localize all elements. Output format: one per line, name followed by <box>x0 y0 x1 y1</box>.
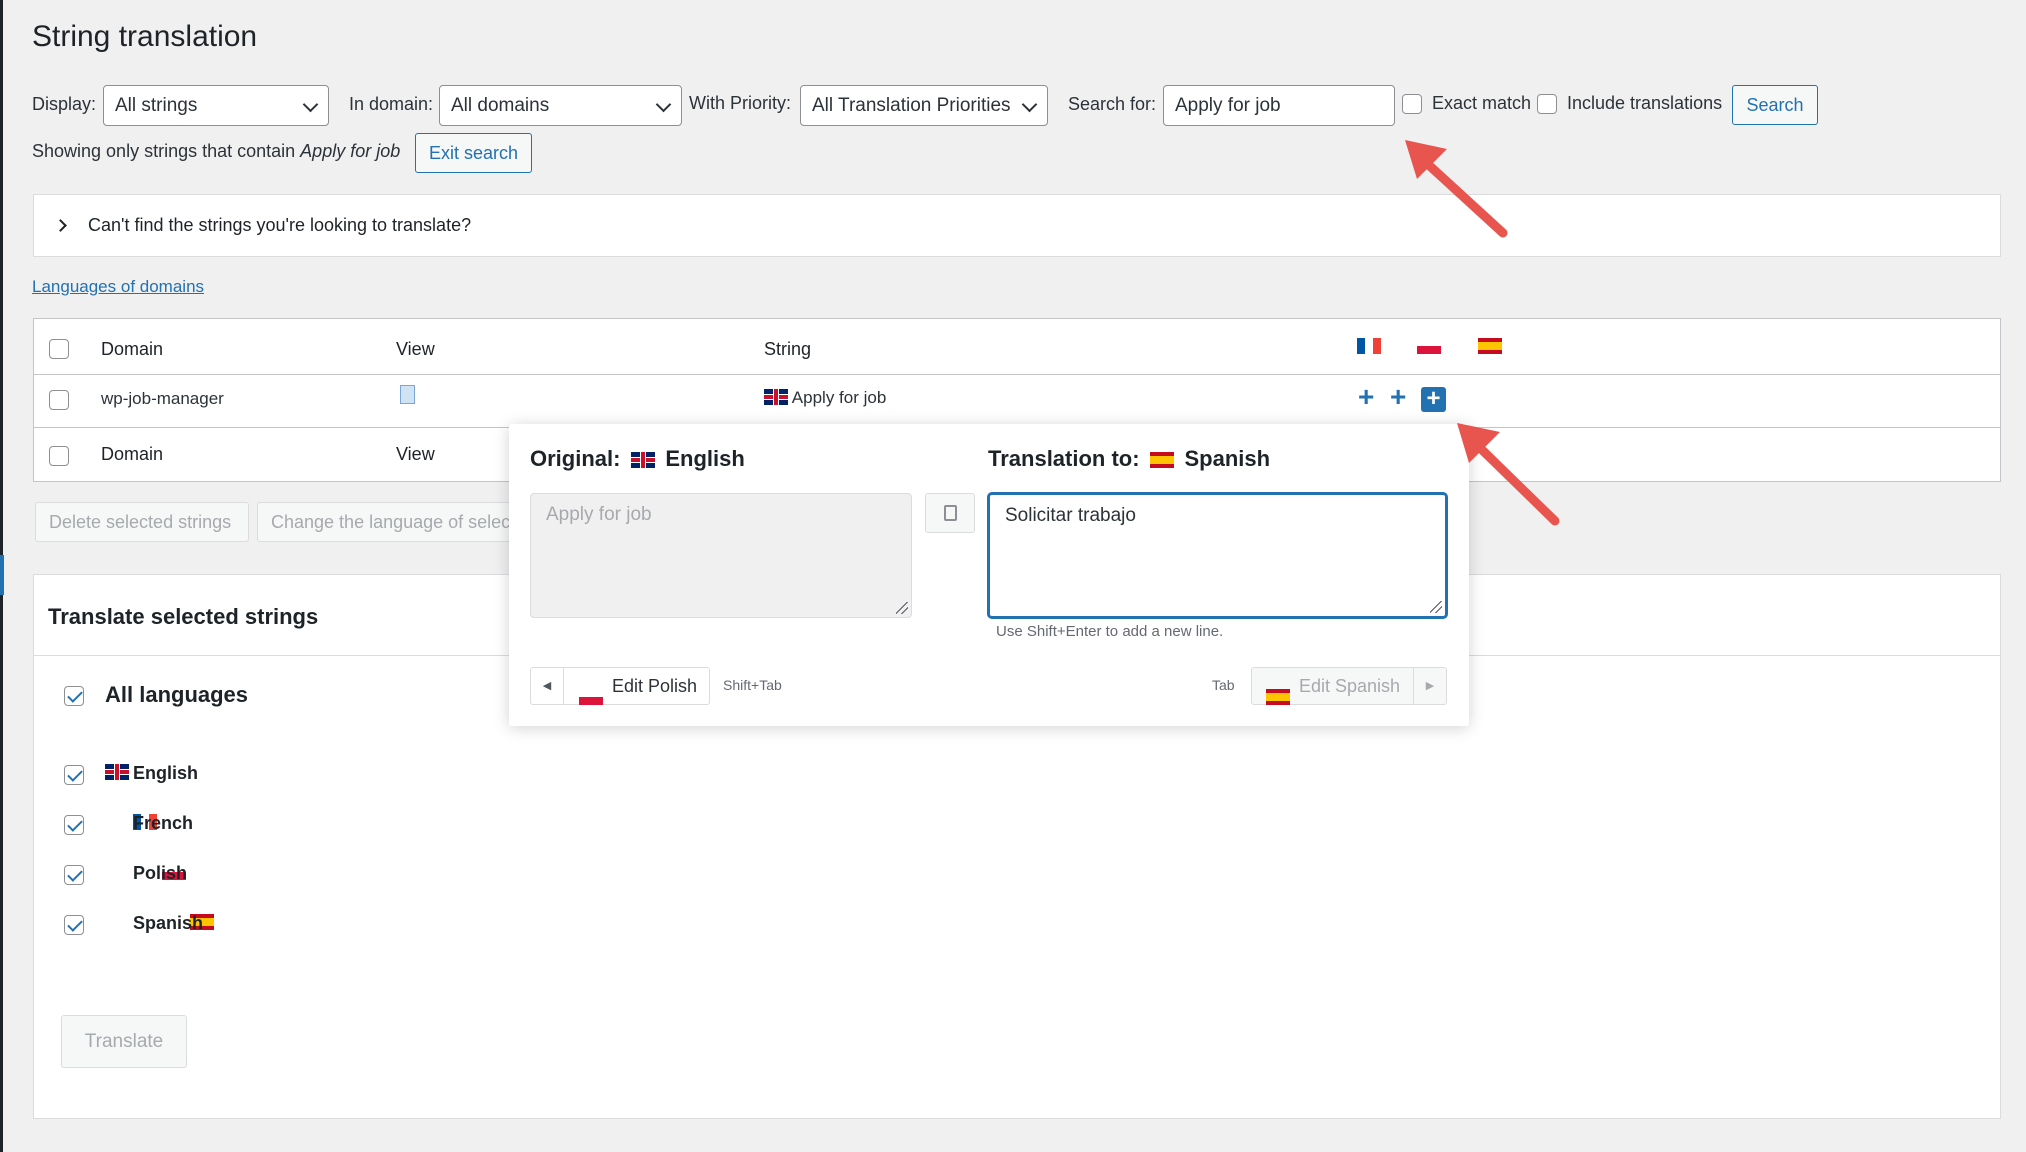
plus-icon[interactable]: + <box>1358 383 1374 411</box>
caret-right-icon: ▶ <box>1413 668 1446 704</box>
spanish-flag-icon <box>1266 689 1290 705</box>
edit-polish-button[interactable]: ◀ Edit Polish <box>530 667 710 705</box>
priority-select-value: All Translation Priorities <box>812 95 1011 116</box>
all-languages-label: All languages <box>105 682 249 707</box>
display-select-value: All strings <box>115 95 198 116</box>
include-translations-checkbox[interactable] <box>1537 94 1557 114</box>
original-text: Apply for job <box>546 504 652 525</box>
select-all-checkbox[interactable] <box>49 339 69 359</box>
all-languages-checkbox[interactable] <box>64 686 84 706</box>
display-label: Display: <box>32 94 97 114</box>
exact-match-checkbox[interactable] <box>1402 94 1422 114</box>
languages-of-domains-link[interactable]: Languages of domains <box>32 277 204 297</box>
search-input[interactable]: Apply for job <box>1163 85 1395 126</box>
translation-label: Translation to: <box>988 446 1140 471</box>
language-checkbox-french[interactable] <box>64 815 84 835</box>
language-checkbox-english[interactable] <box>64 765 84 785</box>
row-string-text: Apply for job <box>791 388 887 407</box>
next-shortcut: Tab <box>1212 677 1235 693</box>
language-label-polish: Polish <box>133 863 188 883</box>
row-string: Apply for job <box>764 388 886 408</box>
page-title: String translation <box>32 20 258 53</box>
domain-label: In domain: <box>349 94 434 114</box>
edit-spanish-button[interactable]: Edit Spanish ▶ <box>1251 667 1447 705</box>
plus-icon[interactable]: + <box>1421 387 1446 412</box>
translate-button[interactable]: Translate <box>61 1015 187 1068</box>
original-textarea: Apply for job <box>530 493 912 618</box>
help-box[interactable]: Can't find the strings you're looking to… <box>33 194 2001 257</box>
delete-selected-button[interactable]: Delete selected strings <box>35 502 249 542</box>
footer-column-view: View <box>396 444 435 464</box>
translation-textarea[interactable]: Solicitar trabajo <box>988 493 1447 618</box>
original-heading: Original: English <box>530 446 745 472</box>
resize-grip-icon <box>1430 601 1442 613</box>
plus-icon[interactable]: + <box>1390 383 1406 411</box>
spanish-flag-icon <box>1150 452 1175 468</box>
admin-sidebar-accent <box>0 555 4 595</box>
newline-hint: Use Shift+Enter to add a new line. <box>996 623 1224 640</box>
column-view: View <box>396 339 435 359</box>
arrow-icon <box>1457 423 1560 526</box>
search-input-value: Apply for job <box>1175 95 1281 116</box>
search-button[interactable]: Search <box>1732 85 1818 125</box>
search-info-term: Apply for job <box>300 141 401 161</box>
row-checkbox[interactable] <box>49 390 69 410</box>
prev-shortcut: Shift+Tab <box>723 677 782 693</box>
change-language-button[interactable]: Change the language of selected strings <box>257 502 517 542</box>
language-label-english: English <box>133 763 199 783</box>
copy-button[interactable] <box>925 493 975 533</box>
english-flag-icon <box>764 389 788 405</box>
language-label-spanish: Spanish <box>133 913 204 933</box>
spanish-flag-icon <box>1477 338 1502 354</box>
english-flag-icon <box>105 764 129 780</box>
domain-select-value: All domains <box>451 95 550 116</box>
chevron-down-icon <box>655 96 672 113</box>
language-checkbox-spanish[interactable] <box>64 915 84 935</box>
column-string: String <box>764 339 812 359</box>
resize-grip-icon <box>896 602 908 614</box>
help-box-text: Can't find the strings you're looking to… <box>88 215 472 235</box>
copy-icon <box>944 505 957 521</box>
chevron-down-icon <box>302 96 319 113</box>
language-label-french: French <box>133 813 194 833</box>
translation-language: Spanish <box>1184 446 1271 471</box>
original-language: English <box>665 446 745 471</box>
translate-panel-title: Translate selected strings <box>48 604 319 629</box>
column-domain: Domain <box>101 339 164 359</box>
french-flag-icon <box>1357 338 1381 354</box>
language-checkbox-polish[interactable] <box>64 865 84 885</box>
domain-select[interactable]: All domains <box>439 85 682 126</box>
include-translations-label: Include translations <box>1567 93 1723 113</box>
footer-select-all-checkbox[interactable] <box>49 446 69 466</box>
search-info-prefix: Showing only strings that contain <box>32 141 296 161</box>
display-select[interactable]: All strings <box>103 85 329 126</box>
translation-popup: Original: English Apply for job Translat… <box>509 424 1469 726</box>
priority-label: With Priority: <box>689 93 792 113</box>
row-domain: wp-job-manager <box>101 389 224 408</box>
caret-left-icon: ◀ <box>531 668 564 704</box>
search-info: Showing only strings that contain Apply … <box>32 141 400 162</box>
original-label: Original: <box>530 446 621 471</box>
english-flag-icon <box>630 452 655 468</box>
priority-select[interactable]: All Translation Priorities <box>800 85 1048 126</box>
edit-polish-label: Edit Polish <box>612 676 698 696</box>
polish-flag-icon <box>579 689 603 705</box>
document-icon[interactable] <box>400 385 415 404</box>
translation-heading: Translation to: Spanish <box>988 446 1270 472</box>
arrow-icon <box>1405 140 1508 238</box>
chevron-down-icon <box>1021 96 1038 113</box>
footer-column-domain: Domain <box>101 444 164 464</box>
exact-match-label: Exact match <box>1432 93 1532 113</box>
exit-search-button[interactable]: Exit search <box>415 133 532 173</box>
polish-flag-icon <box>1417 338 1442 354</box>
translation-text: Solicitar trabajo <box>1005 505 1136 526</box>
search-label: Search for: <box>1068 94 1157 114</box>
edit-spanish-label: Edit Spanish <box>1299 676 1401 696</box>
chevron-right-icon <box>54 219 67 232</box>
